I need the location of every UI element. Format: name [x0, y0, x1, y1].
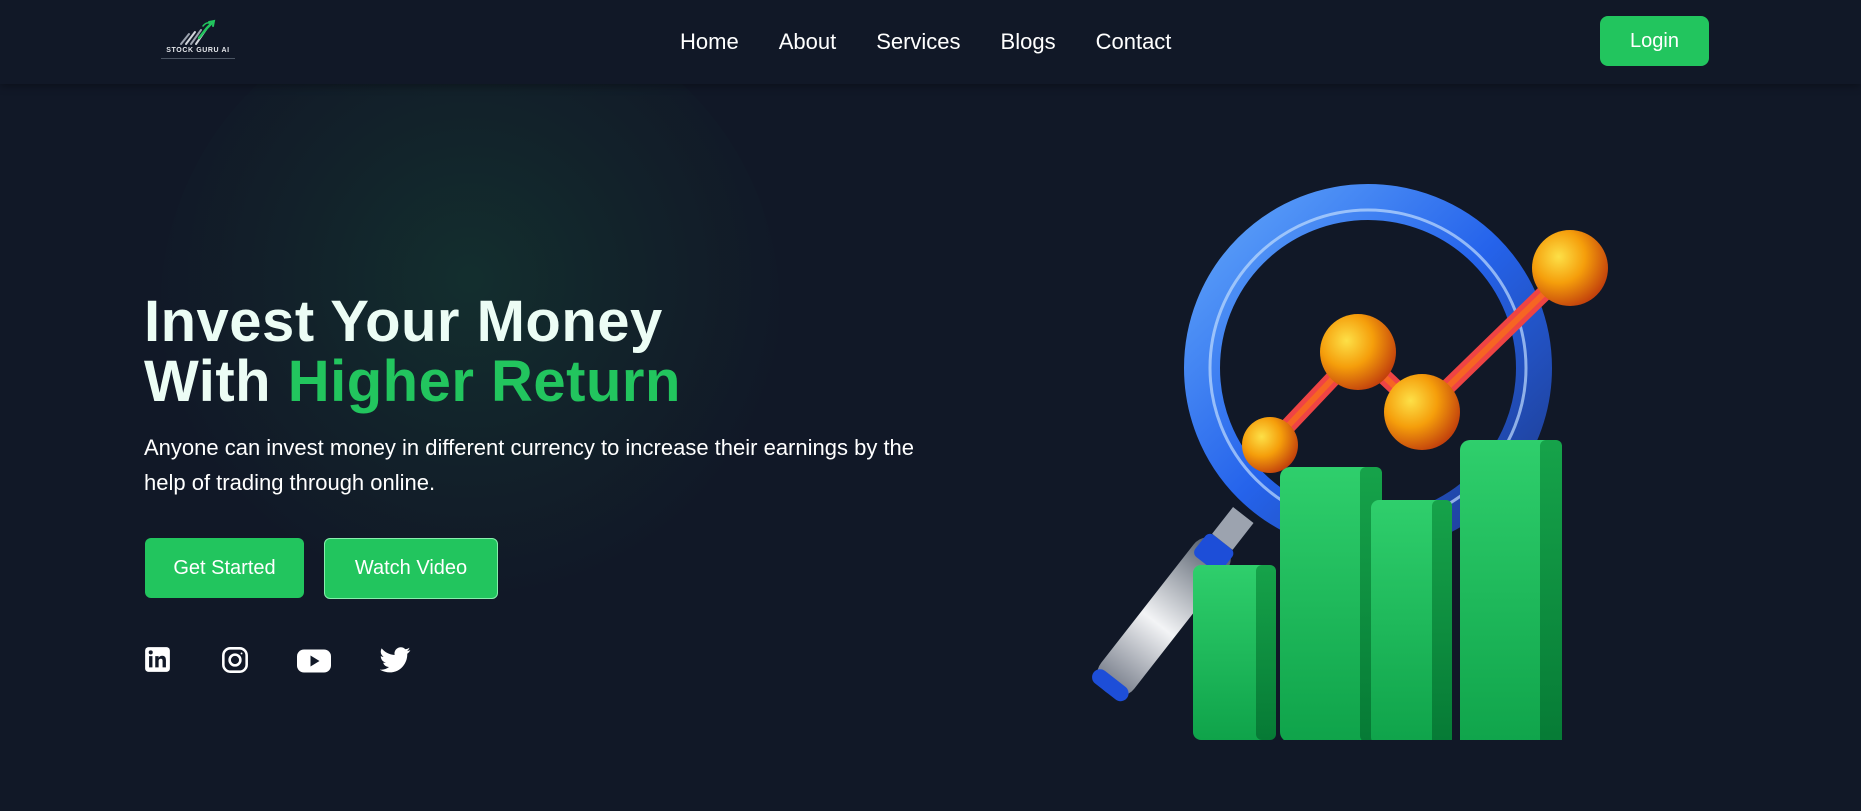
nav-home-link[interactable]: Home — [680, 28, 739, 56]
nav-about-link[interactable]: About — [779, 28, 837, 56]
main-nav: Home About Services Blogs Contact — [680, 28, 1171, 56]
nav-services-link[interactable]: Services — [876, 28, 960, 56]
navbar: STOCK GURU AI Home About Services Blogs … — [0, 0, 1861, 84]
linkedin-icon[interactable] — [144, 646, 171, 676]
watch-video-button[interactable]: Watch Video — [324, 538, 498, 599]
login-button[interactable]: Login — [1600, 16, 1709, 66]
instagram-icon[interactable] — [221, 646, 249, 676]
hero-description: Anyone can invest money in different cur… — [144, 435, 915, 495]
twitter-icon[interactable] — [380, 646, 411, 676]
hero-title: Invest Your Money With Higher Return — [144, 292, 681, 412]
youtube-icon[interactable] — [297, 646, 331, 676]
magnifying-glass-bar-chart-illustration — [1040, 180, 1620, 752]
hero-title-accent: Higher Return — [287, 349, 681, 414]
brand-logo[interactable]: STOCK GURU AI — [155, 18, 241, 62]
hero-title-line2-prefix: With — [144, 349, 288, 414]
nav-contact-link[interactable]: Contact — [1096, 28, 1172, 56]
nav-blogs-link[interactable]: Blogs — [1001, 28, 1056, 56]
hero-title-line1: Invest Your Money — [144, 289, 663, 354]
bull-chart-logo-icon — [180, 19, 216, 45]
get-started-button[interactable]: Get Started — [145, 538, 304, 598]
logo-underline — [161, 58, 235, 59]
brand-name: STOCK GURU AI — [166, 47, 230, 54]
